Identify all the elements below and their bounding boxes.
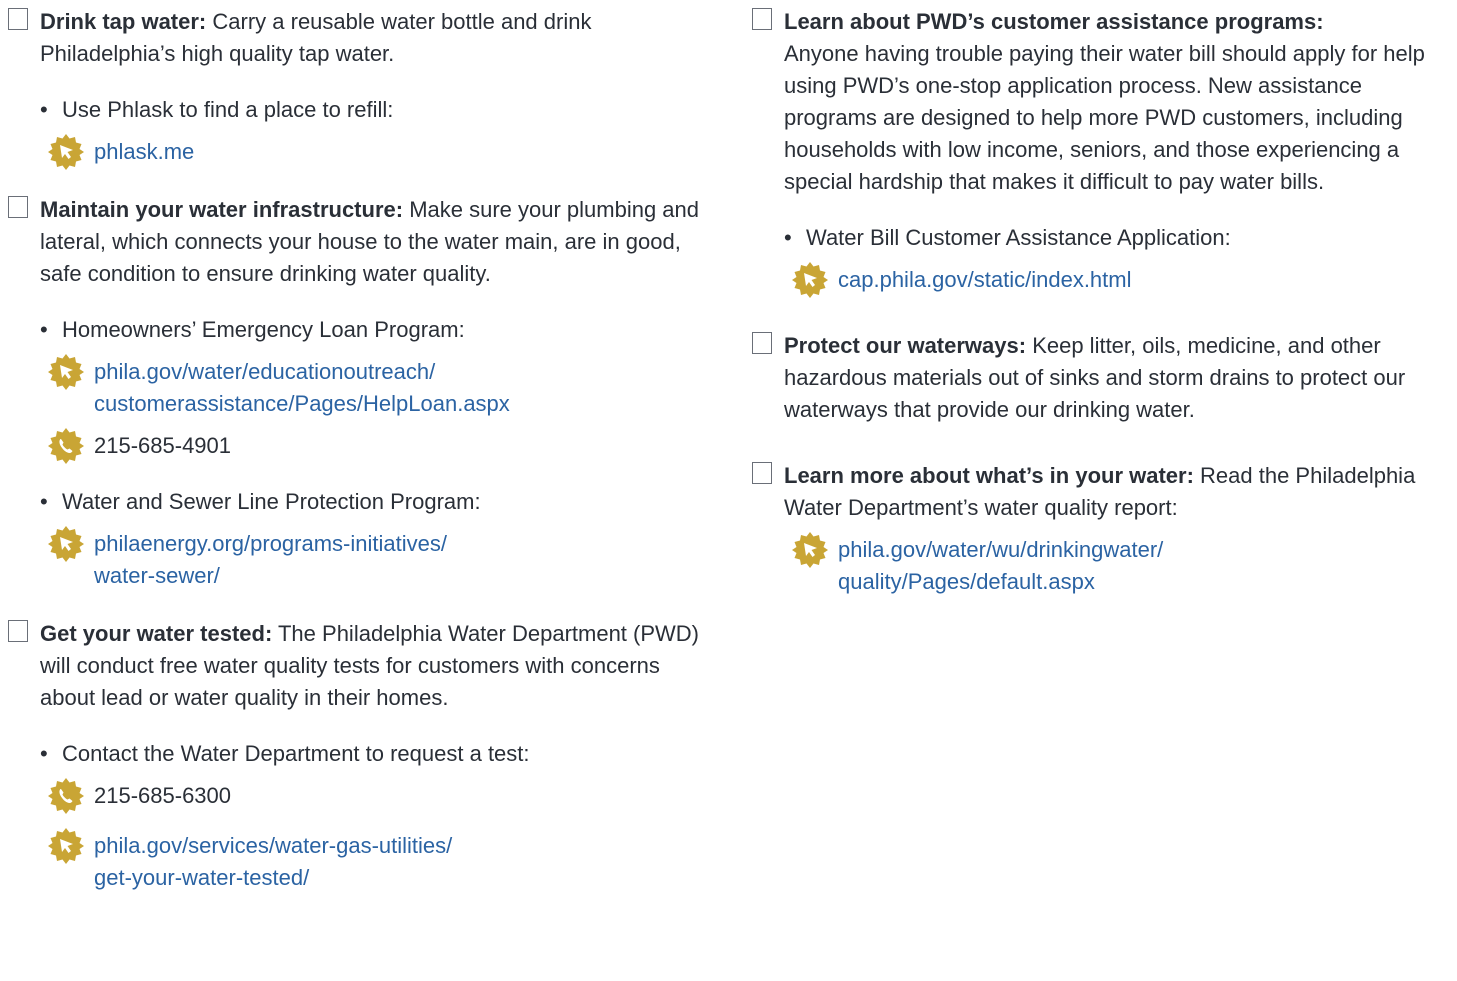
item-paragraph: Maintain your water infrastructure: Make…: [40, 194, 708, 290]
bullet-text: Homeowners’ Emergency Loan Program:: [40, 314, 708, 346]
link-help-loan[interactable]: phila.gov/water/educationoutreach/custom…: [94, 359, 510, 416]
checkbox[interactable]: [752, 462, 772, 484]
cursor-click-icon: [48, 526, 84, 562]
link-line[interactable]: phila.gov/water/educationoutreach/: [94, 359, 435, 384]
checklist-item-protect-waterways: Protect our waterways: Keep litter, oils…: [752, 330, 1452, 426]
item-title: Maintain your water infrastructure:: [40, 197, 404, 222]
item-paragraph: Drink tap water: Carry a reusable water …: [40, 6, 708, 70]
link-line[interactable]: phila.gov/services/water-gas-utilities/: [94, 833, 452, 858]
checkbox[interactable]: [8, 8, 28, 30]
resource-phone-row: 215-685-4901: [40, 428, 708, 464]
link-line[interactable]: philaenergy.org/programs-initiatives/: [94, 531, 447, 556]
checklist-item-learn-more: Learn more about what’s in your water: R…: [752, 460, 1452, 598]
link-water-sewer[interactable]: philaenergy.org/programs-initiatives/wat…: [94, 531, 447, 588]
checklist-item-get-water-tested: Get your water tested: The Philadelphia …: [8, 618, 708, 894]
cursor-click-icon: [792, 262, 828, 298]
phone-number: 215-685-6300: [94, 783, 232, 808]
link-line[interactable]: get-your-water-tested/: [94, 865, 309, 890]
checklist-item-maintain-infrastructure: Maintain your water infrastructure: Make…: [8, 194, 708, 592]
link-line[interactable]: customerassistance/Pages/HelpLoan.aspx: [94, 391, 510, 416]
bullet-text: Contact the Water Department to request …: [40, 738, 708, 770]
bullet-text: Water and Sewer Line Protection Program:: [40, 486, 708, 518]
cursor-click-icon: [792, 532, 828, 568]
item-paragraph: Protect our waterways: Keep litter, oils…: [784, 330, 1452, 426]
resource-link-row: philaenergy.org/programs-initiatives/wat…: [40, 526, 708, 592]
item-title: Learn more about what’s in your water:: [784, 463, 1194, 488]
right-column: Learn about PWD’s customer assistance pr…: [752, 6, 1452, 598]
link-water-quality-report[interactable]: phila.gov/water/wu/drinkingwater/quality…: [838, 537, 1163, 594]
phone-number: 215-685-4901: [94, 433, 232, 458]
item-paragraph: Learn more about what’s in your water: R…: [784, 460, 1452, 524]
bullet-text: Use Phlask to find a place to refill:: [40, 94, 708, 126]
link-cap-application[interactable]: cap.phila.gov/static/index.html: [838, 267, 1132, 292]
item-title: Protect our waterways:: [784, 333, 1027, 358]
link-line[interactable]: quality/Pages/default.aspx: [838, 569, 1095, 594]
phone-icon: [48, 778, 84, 814]
checkbox[interactable]: [752, 332, 772, 354]
left-column: Drink tap water: Carry a reusable water …: [8, 6, 708, 894]
resource-link-row: phlask.me: [40, 134, 708, 170]
resource-link-row: phila.gov/water/wu/drinkingwater/quality…: [784, 532, 1452, 598]
bullet-text: Water Bill Customer Assistance Applicati…: [784, 222, 1452, 254]
cursor-click-icon: [48, 134, 84, 170]
link-line[interactable]: phila.gov/water/wu/drinkingwater/: [838, 537, 1163, 562]
resource-phone-row: 215-685-6300: [40, 778, 708, 814]
link-get-water-tested[interactable]: phila.gov/services/water-gas-utilities/g…: [94, 833, 452, 890]
item-title: Drink tap water:: [40, 9, 207, 34]
item-paragraph: Get your water tested: The Philadelphia …: [40, 618, 708, 714]
item-title: Learn about PWD’s customer assistance pr…: [784, 9, 1324, 34]
cursor-click-icon: [48, 828, 84, 864]
checkbox[interactable]: [752, 8, 772, 30]
cursor-click-icon: [48, 354, 84, 390]
checklist-item-customer-assistance: Learn about PWD’s customer assistance pr…: [752, 6, 1452, 298]
phone-icon: [48, 428, 84, 464]
resource-link-row: cap.phila.gov/static/index.html: [784, 262, 1452, 298]
checkbox[interactable]: [8, 620, 28, 642]
resource-link-row: phila.gov/water/educationoutreach/custom…: [40, 354, 708, 420]
link-line[interactable]: water-sewer/: [94, 563, 220, 588]
resource-link-row: phila.gov/services/water-gas-utilities/g…: [40, 828, 708, 894]
link-phlask[interactable]: phlask.me: [94, 139, 194, 164]
item-text: Anyone having trouble paying their water…: [784, 41, 1425, 194]
checklist-item-drink-tap-water: Drink tap water: Carry a reusable water …: [8, 6, 708, 170]
checkbox[interactable]: [8, 196, 28, 218]
item-title: Get your water tested:: [40, 621, 273, 646]
